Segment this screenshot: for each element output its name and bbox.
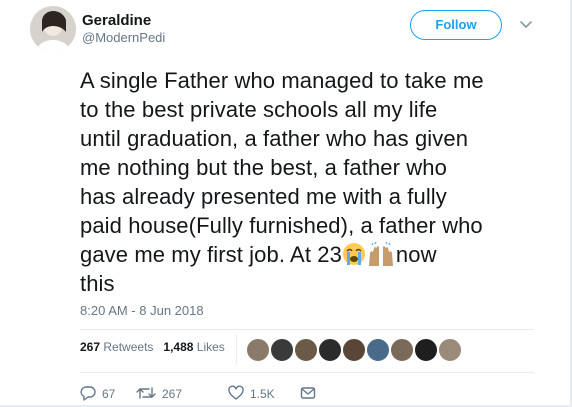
loudly-crying-face-icon [342, 242, 366, 266]
tweet-text-line: paid house(Fully furnished), a father wh… [80, 213, 483, 238]
raising-hands-icon [366, 241, 396, 266]
retweets-label[interactable]: Retweets [103, 340, 153, 354]
like-count: 1.5K [250, 387, 275, 401]
likes-label[interactable]: Likes [197, 340, 225, 354]
tweet-text-line: me nothing but the best, a father who [80, 155, 447, 180]
retweet-icon [136, 387, 156, 399]
tweet-header: Geraldine @ModernPedi Follow [30, 6, 542, 54]
liker-avatar[interactable] [414, 338, 438, 362]
avatar[interactable] [30, 6, 76, 52]
retweet-count: 267 [162, 387, 183, 401]
liker-avatar[interactable] [366, 338, 390, 362]
like-button[interactable]: 1.5K [228, 384, 288, 404]
liker-avatar[interactable] [390, 338, 414, 362]
follow-button[interactable]: Follow [410, 10, 502, 40]
reply-icon [80, 386, 96, 401]
tweet-text-line: now [395, 242, 437, 267]
liker-avatar[interactable] [438, 338, 462, 362]
likes-count[interactable]: 1,488 [163, 340, 193, 354]
tweet-text-line: A single Father who managed to take me [80, 68, 484, 93]
retweets-count[interactable]: 267 [80, 340, 100, 354]
tweet-text-line: until graduation, a father who has given [80, 126, 469, 151]
tweet-text-line: to the best private schools all my life [80, 97, 438, 122]
liker-avatar[interactable] [318, 338, 342, 362]
liker-avatar[interactable] [342, 338, 366, 362]
tweet-text: A single Father who managed to take me t… [80, 66, 550, 298]
liker-avatar[interactable] [270, 338, 294, 362]
divider [80, 329, 534, 330]
stats-divider [236, 334, 237, 364]
author-name[interactable]: Geraldine [82, 12, 165, 30]
liker-avatar[interactable] [294, 338, 318, 362]
envelope-icon [300, 387, 316, 399]
heart-icon [228, 385, 244, 400]
author-names: Geraldine @ModernPedi [82, 12, 165, 46]
reply-button[interactable]: 67 [80, 384, 130, 404]
divider [80, 372, 534, 373]
tweet-text-line: this [80, 271, 115, 296]
tweet-text-line: has already presented me with a fully [80, 184, 447, 209]
tweet-text-line: gave me my first job. At 23 [80, 242, 342, 267]
author-handle[interactable]: @ModernPedi [82, 30, 165, 46]
tweet-timestamp[interactable]: 8:20 AM - 8 Jun 2018 [80, 303, 204, 318]
reply-count: 67 [102, 387, 116, 401]
retweet-button[interactable]: 267 [136, 384, 206, 404]
liker-avatar[interactable] [246, 338, 270, 362]
chevron-down-icon[interactable] [518, 16, 534, 32]
direct-message-button[interactable] [300, 384, 320, 404]
tweet-stats: 267 Retweets 1,488 Likes [80, 340, 225, 366]
